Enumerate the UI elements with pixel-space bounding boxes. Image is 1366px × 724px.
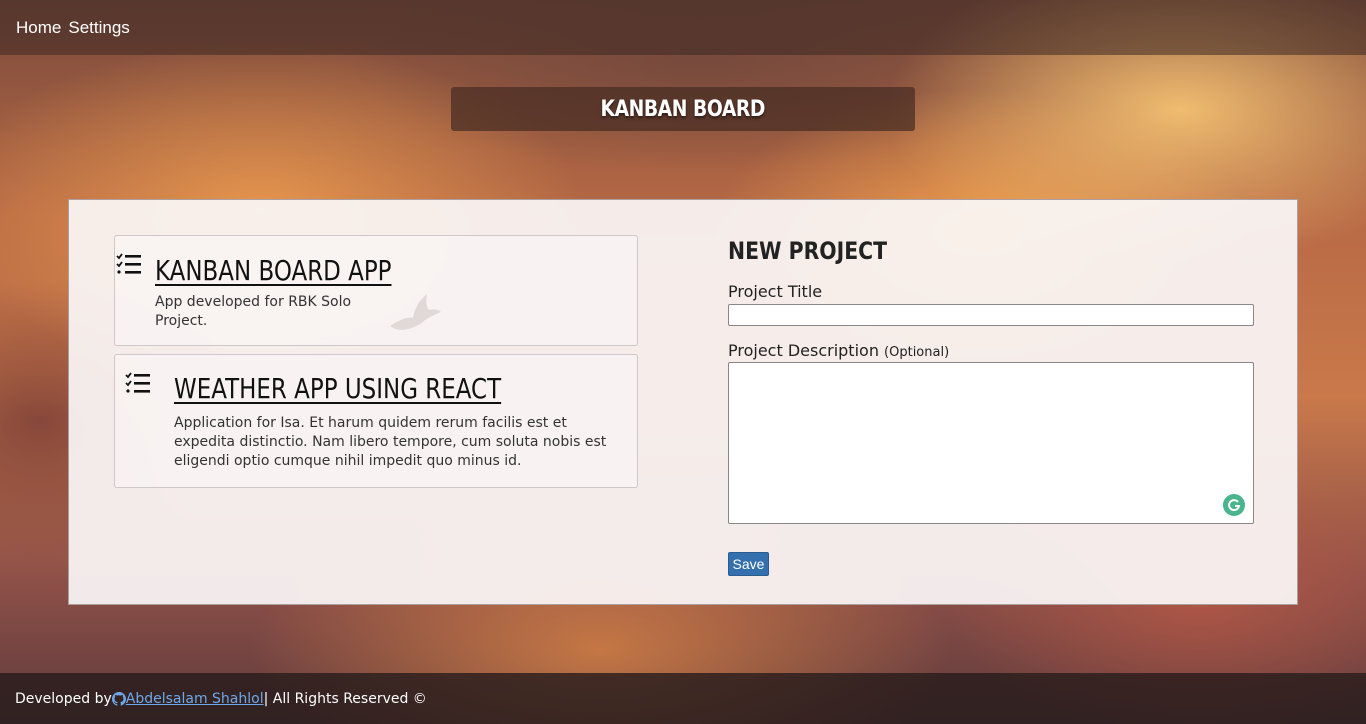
project-description-label: Project Description (Optional)	[728, 341, 949, 360]
project-description-label-text: Project Description	[728, 341, 879, 360]
new-project-heading: NEW PROJECT	[728, 237, 888, 265]
footer: Developed by Abdelsalam Shahlol | All Ri…	[0, 673, 1366, 724]
list-check-icon	[116, 253, 141, 274]
page-title: KANBAN BOARD	[600, 96, 766, 122]
grammarly-icon[interactable]	[1223, 494, 1245, 516]
list-check-icon	[125, 372, 150, 393]
grammarly-g-icon	[1228, 499, 1241, 512]
project-description: App developed for RBK Solo Project.	[155, 294, 352, 329]
author-link[interactable]: Abdelsalam Shahlol	[126, 691, 264, 707]
main-panel: KANBAN BOARD APP App developed for RBK S…	[68, 199, 1298, 605]
project-description: Application for Isa. Et harum quidem rer…	[174, 415, 607, 469]
project-title-label: Project Title	[728, 282, 823, 301]
project-title-link[interactable]: KANBAN BOARD APP	[155, 254, 392, 287]
nav-home-link[interactable]: Home	[16, 18, 61, 38]
page-title-banner: KANBAN BOARD	[451, 87, 915, 131]
project-card: KANBAN BOARD APP App developed for RBK S…	[114, 235, 638, 346]
github-icon	[111, 691, 126, 706]
project-card: WEATHER APP USING REACT Application for …	[114, 354, 638, 488]
optional-hint: (Optional)	[884, 345, 950, 360]
project-title-link[interactable]: WEATHER APP USING REACT	[174, 372, 501, 405]
top-navbar: Home Settings	[0, 0, 1366, 55]
bird-watermark-icon	[390, 294, 441, 330]
project-description-textarea[interactable]	[728, 362, 1254, 524]
footer-suffix: | All Rights Reserved ©	[263, 690, 427, 707]
project-title-input[interactable]	[728, 304, 1254, 326]
save-button[interactable]: Save	[728, 552, 769, 576]
nav-settings-link[interactable]: Settings	[68, 18, 129, 38]
footer-prefix: Developed by	[15, 690, 112, 707]
